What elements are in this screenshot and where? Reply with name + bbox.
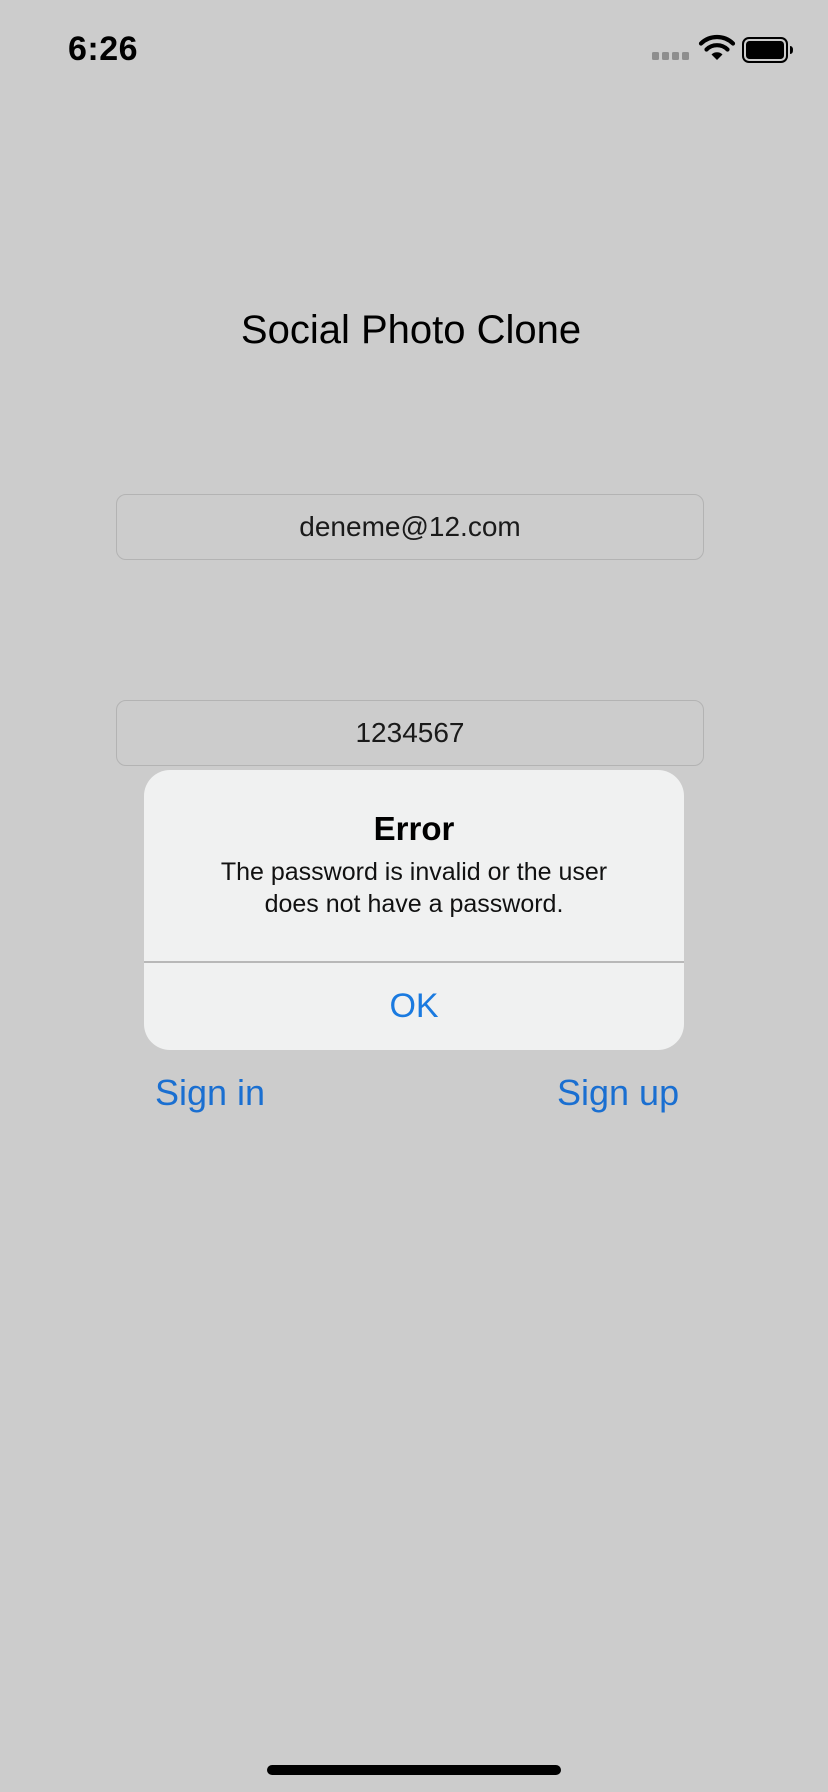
email-field[interactable]: deneme@12.com	[116, 494, 704, 560]
app-title: Social Photo Clone	[240, 308, 582, 352]
alert-message-line: does not have a password.	[264, 890, 564, 918]
home-indicator[interactable]	[267, 1765, 561, 1775]
status-time: 6:26	[68, 30, 139, 68]
battery-icon	[742, 37, 793, 63]
alert-message: The password is invalid or the user does…	[174, 856, 654, 920]
sign-in-button[interactable]: Sign in	[155, 1072, 265, 1114]
alert-title: Error	[373, 810, 455, 847]
signal-icon	[652, 52, 692, 62]
wifi-icon	[698, 35, 736, 60]
alert-message-line: The password is invalid or the user	[220, 858, 608, 886]
status-bar: 6:26	[0, 0, 828, 100]
ok-button[interactable]: OK	[144, 962, 684, 1050]
error-alert: Error The password is invalid or the use…	[144, 770, 684, 1050]
password-field[interactable]: 1234567	[116, 700, 704, 766]
sign-up-button[interactable]: Sign up	[557, 1072, 679, 1114]
